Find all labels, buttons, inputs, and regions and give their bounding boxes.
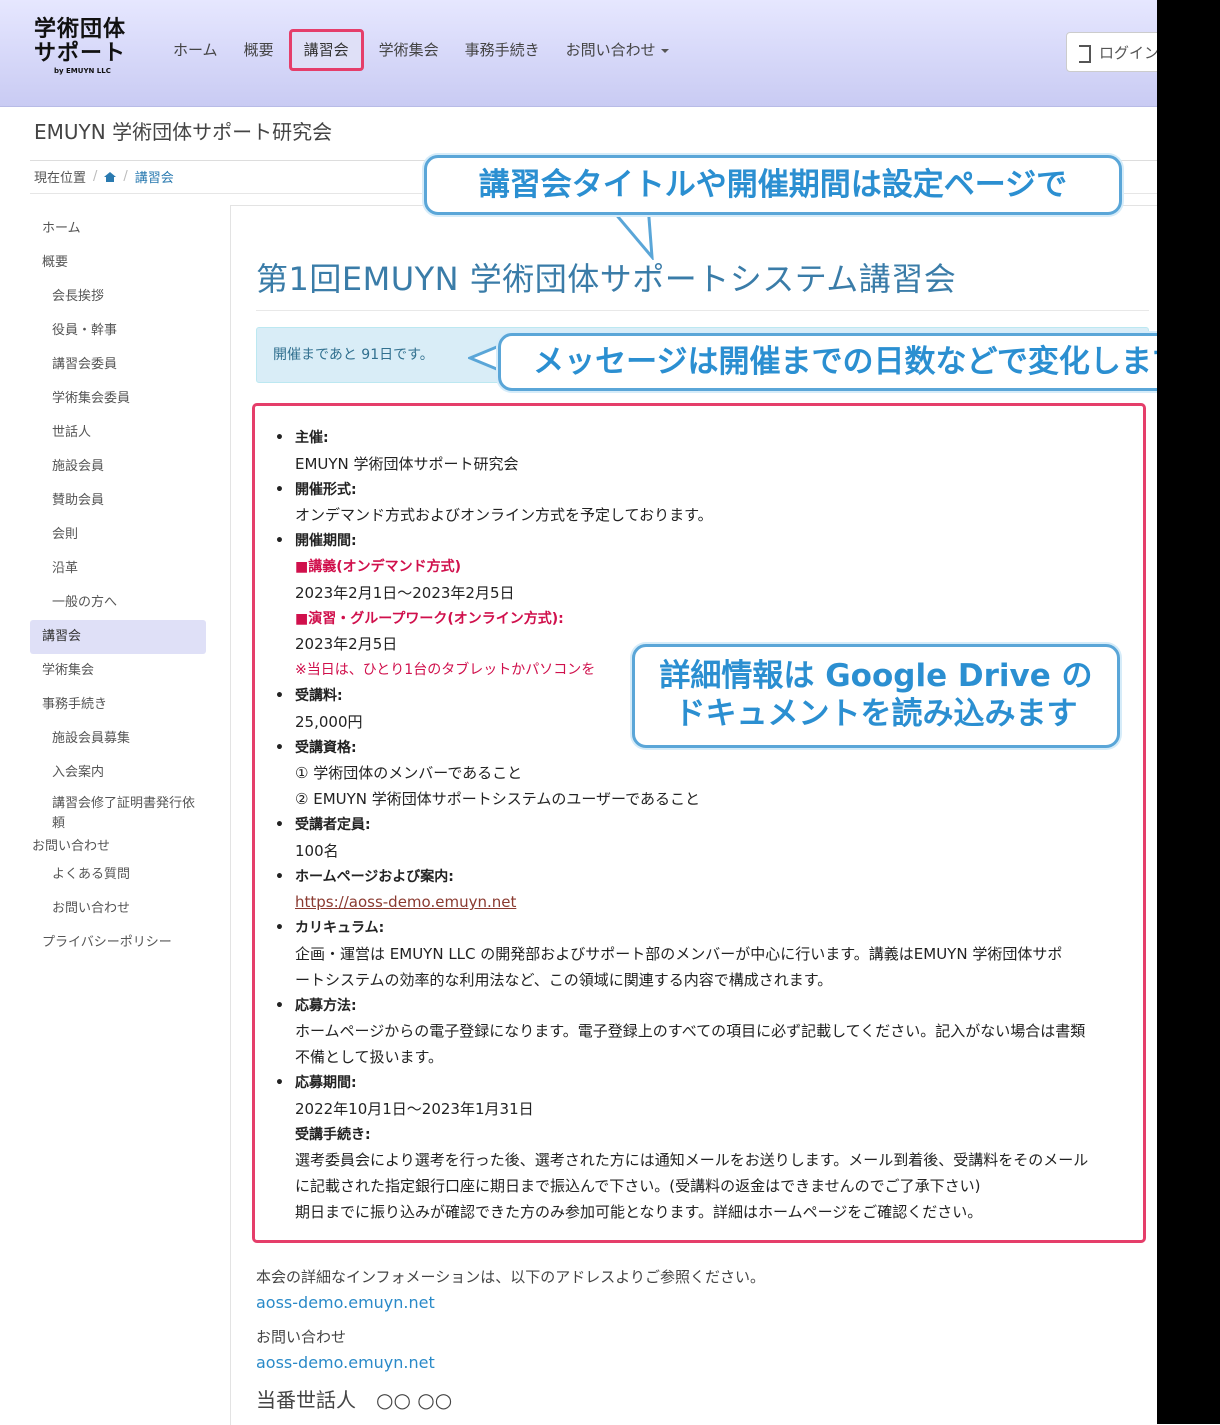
breadcrumb-current-label: 現在位置 bbox=[34, 171, 87, 186]
home-icon[interactable] bbox=[104, 171, 117, 182]
sidebar-item-caretakers[interactable]: 世話人 bbox=[30, 416, 206, 450]
sidebar-item-conference-committee[interactable]: 学術集会委員 bbox=[30, 382, 206, 416]
nav-overview[interactable]: 概要 bbox=[231, 30, 287, 70]
callout-google-drive-line-1: 詳細情報は Google Drive の bbox=[659, 658, 1093, 694]
apply-period-value: 2022年10月1日～2023年1月31日 bbox=[295, 1099, 534, 1118]
login-icon bbox=[1079, 44, 1091, 63]
homepage-link[interactable]: https://aoss-demo.emuyn.net bbox=[295, 893, 516, 911]
duty-caretaker: 当番世話人 ○○ ○○ bbox=[256, 1388, 453, 1412]
workshop-label: ■演習・グループワーク(オンライン方式): bbox=[295, 610, 564, 627]
contact-label: お問い合わせ bbox=[256, 1328, 347, 1346]
procedure-line-2: に記載された指定銀行口座に期日まで振込んで下さい。(受講料の返金はできませんので… bbox=[295, 1177, 981, 1196]
nav-contact-dropdown[interactable]: お問い合わせ bbox=[553, 30, 682, 70]
page-title: 第1回EMUYN 学術団体サポートシステム講習会 bbox=[256, 260, 957, 298]
logo-byline: by EMUYN LLC bbox=[54, 67, 111, 75]
callout-message: メッセージは開催までの日数などで変化します bbox=[498, 333, 1218, 391]
curriculum-label: カリキュラム: bbox=[295, 916, 1125, 942]
sidebar-item-facility-members[interactable]: 施設会員 bbox=[30, 450, 206, 484]
sidebar-item-seminar-committee[interactable]: 講習会委員 bbox=[30, 348, 206, 382]
sidebar-item-seminar[interactable]: 講習会 bbox=[30, 620, 206, 654]
sidebar-item-overview[interactable]: 概要 bbox=[30, 246, 206, 280]
login-label: ログイン bbox=[1099, 44, 1160, 62]
lecture-dates: 2023年2月1日～2023年2月5日 bbox=[295, 583, 515, 602]
host-label: 主催: bbox=[295, 426, 1125, 452]
sidebar-item-privacy[interactable]: プライバシーポリシー bbox=[30, 926, 206, 960]
sidebar-item-faq[interactable]: よくある質問 bbox=[30, 858, 206, 892]
sidebar-item-contact-form[interactable]: お問い合わせ bbox=[30, 892, 206, 926]
breadcrumb-separator: / bbox=[123, 169, 128, 184]
nav-seminar[interactable]: 講習会 bbox=[288, 29, 364, 71]
footer-info: 本会の詳細なインフォメーションは、以下のアドレスよりご参照ください。 aoss-… bbox=[256, 1264, 765, 1376]
callout-google-drive: 詳細情報は Google Drive の ドキュメントを読み込みます bbox=[632, 644, 1120, 748]
info-text: 本会の詳細なインフォメーションは、以下のアドレスよりご参照ください。 bbox=[256, 1268, 765, 1286]
procedure-label: 受講手続き: bbox=[295, 1126, 371, 1143]
nav-conference[interactable]: 学術集会 bbox=[366, 30, 452, 70]
nav-contact-label: お問い合わせ bbox=[565, 41, 656, 59]
format-label: 開催形式: bbox=[295, 478, 1125, 504]
callout-google-drive-line-2: ドキュメントを読み込みます bbox=[674, 696, 1078, 732]
apply-label: 応募方法: bbox=[295, 994, 1125, 1020]
breadcrumb-page[interactable]: 講習会 bbox=[135, 167, 174, 186]
breadcrumb: 現在位置 / / 講習会 bbox=[34, 167, 174, 186]
sidebar-item-general-public[interactable]: 一般の方へ bbox=[30, 586, 206, 620]
curriculum-line-2: ートシステムの効率的な利用法など、この領域に関連する内容で構成されます。 bbox=[295, 970, 833, 989]
site-logo[interactable]: 学術団体 サポート by EMUYN LLC bbox=[34, 18, 144, 88]
details-list: 主催: EMUYN 学術団体サポート研究会 開催形式: オンデマンド方式およびオ… bbox=[295, 426, 1125, 1226]
sidebar-item-history[interactable]: 沿革 bbox=[30, 552, 206, 586]
sidebar-item-greeting[interactable]: 会長挨拶 bbox=[30, 280, 206, 314]
lecture-label: ■講義(オンデマンド方式) bbox=[295, 558, 462, 575]
sidebar-item-contact[interactable]: お問い合わせ bbox=[30, 836, 206, 858]
navbar: 学術団体 サポート by EMUYN LLC ホーム 概要 講習会 学術集会 事… bbox=[0, 0, 1166, 107]
site-title: EMUYN 学術団体サポート研究会 bbox=[34, 120, 333, 144]
sidebar-item-officers[interactable]: 役員・幹事 bbox=[30, 314, 206, 348]
qualification-2: ② EMUYN 学術団体サポートシステムのユーザーであること bbox=[295, 790, 700, 809]
nav-procedures[interactable]: 事務手続き bbox=[452, 30, 553, 70]
procedure-line-3: 期日までに振り込みが確認できた方のみ参加可能となります。詳細はホームページをご確… bbox=[295, 1202, 983, 1221]
info-link[interactable]: aoss-demo.emuyn.net bbox=[256, 1290, 765, 1316]
procedure-line-1: 選考委員会により選考を行った後、選考された方には通知メールをお送りします。メール… bbox=[295, 1151, 1089, 1170]
callout-title-settings: 講習会タイトルや開催期間は設定ページで bbox=[424, 155, 1122, 215]
login-button[interactable]: ログイン bbox=[1066, 32, 1166, 72]
period-label: 開催期間: bbox=[295, 529, 1125, 555]
homepage-label: ホームページおよび案内: bbox=[295, 865, 1125, 891]
sidebar-item-procedures[interactable]: 事務手続き bbox=[30, 688, 206, 722]
capacity-value: 100名 bbox=[295, 841, 339, 860]
main-nav: ホーム 概要 講習会 学術集会 事務手続き お問い合わせ bbox=[160, 28, 682, 72]
format-value: オンデマンド方式およびオンライン方式を予定しております。 bbox=[295, 506, 713, 525]
sidebar-item-conference[interactable]: 学術集会 bbox=[30, 654, 206, 688]
apply-line-2: 不備として扱います。 bbox=[295, 1048, 444, 1067]
apply-line-1: ホームページからの電子登録になります。電子登録上のすべての項目に必ず記載してくだ… bbox=[295, 1022, 1086, 1041]
sidebar-item-facility-recruit[interactable]: 施設会員募集 bbox=[30, 722, 206, 756]
logo-line-1: 学術団体 bbox=[34, 17, 127, 42]
sidebar-item-certificate-request[interactable]: 講習会修了証明書発行依頼 bbox=[30, 790, 206, 836]
sidebar: ホーム 概要 会長挨拶 役員・幹事 講習会委員 学術集会委員 世話人 施設会員 … bbox=[30, 212, 206, 960]
sidebar-item-bylaws[interactable]: 会則 bbox=[30, 518, 206, 552]
curriculum-line-1: 企画・運営は EMUYN LLC の開発部およびサポート部のメンバーが中心に行い… bbox=[295, 944, 1063, 963]
logo-line-2: サポート bbox=[34, 41, 127, 66]
sidebar-item-supporting-members[interactable]: 賛助会員 bbox=[30, 484, 206, 518]
caret-down-icon bbox=[660, 48, 669, 53]
breadcrumb-separator: / bbox=[93, 169, 98, 184]
host-value: EMUYN 学術団体サポート研究会 bbox=[295, 454, 519, 473]
sidebar-item-membership-guide[interactable]: 入会案内 bbox=[30, 756, 206, 790]
capacity-label: 受講者定員: bbox=[295, 813, 1125, 839]
sidebar-item-home[interactable]: ホーム bbox=[30, 212, 206, 246]
seminar-details: 主催: EMUYN 学術団体サポート研究会 開催形式: オンデマンド方式およびオ… bbox=[252, 403, 1146, 1243]
contact-link[interactable]: aoss-demo.emuyn.net bbox=[256, 1350, 765, 1376]
qualification-1: ① 学術団体のメンバーであること bbox=[295, 764, 523, 783]
divider bbox=[256, 310, 1149, 311]
apply-period-label: 応募期間: bbox=[295, 1071, 1125, 1097]
screen-edge bbox=[1157, 0, 1220, 1424]
nav-home[interactable]: ホーム bbox=[160, 30, 231, 70]
